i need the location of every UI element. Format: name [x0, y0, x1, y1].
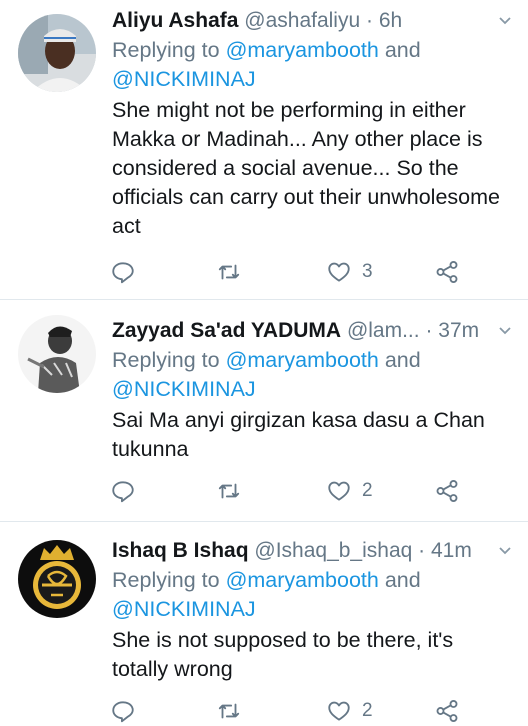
replying-and: and	[384, 568, 421, 592]
replying-to: Replying to @maryambooth and @NICKIMINAJ	[112, 566, 514, 624]
heart-icon	[328, 481, 350, 501]
tweet-text: Sai Ma anyi girgizan kasa dasu a Chan tu…	[112, 408, 485, 461]
share-button[interactable]	[434, 696, 460, 726]
heart-icon	[328, 701, 350, 721]
like-count: 2	[362, 480, 373, 501]
author-handle[interactable]: @Ishaq_b_ishaq	[254, 539, 412, 562]
share-button[interactable]	[434, 476, 460, 506]
like-count: 3	[362, 261, 373, 282]
tweet-text: She is not supposed to be there, it's to…	[112, 628, 454, 681]
tweet-header: Zayyad Sa'ad YADUMA @lam... · 37m	[112, 316, 514, 346]
like-button[interactable]: 2	[326, 696, 373, 726]
chevron-down-icon[interactable]	[498, 544, 512, 558]
tweet-2[interactable]: Zayyad Sa'ad YADUMA @lam... · 37m Replyi…	[0, 300, 528, 522]
separator-dot: ·	[425, 319, 433, 342]
author-handle[interactable]: @ashafaliyu	[244, 9, 360, 32]
reply-icon	[112, 262, 134, 284]
replying-to: Replying to @maryambooth and @NICKIMINAJ	[112, 346, 514, 404]
share-icon	[436, 480, 458, 502]
author-name[interactable]: Zayyad Sa'ad YADUMA	[112, 319, 341, 342]
retweet-icon	[218, 264, 240, 280]
mention-link[interactable]: @NICKIMINAJ	[112, 377, 256, 401]
timestamp[interactable]: 41m	[431, 539, 472, 562]
reply-icon	[112, 481, 134, 503]
mention-link[interactable]: @maryambooth	[226, 568, 379, 592]
timestamp[interactable]: 37m	[438, 319, 479, 342]
separator-dot: ·	[366, 9, 373, 32]
tweet-header: Ishaq B Ishaq @Ishaq_b_ishaq · 41m	[112, 536, 514, 566]
tweet-3[interactable]: Ishaq B Ishaq @Ishaq_b_ishaq · 41m Reply…	[0, 522, 528, 723]
tweet-actions: 2	[112, 696, 472, 726]
reply-icon	[112, 701, 134, 723]
retweet-icon	[218, 703, 240, 719]
replying-and: and	[384, 38, 421, 62]
retweet-icon	[218, 483, 240, 499]
author-name[interactable]: Ishaq B Ishaq	[112, 539, 249, 562]
avatar-image	[18, 14, 96, 92]
avatar-zayyad-saad-yaduma[interactable]	[18, 315, 96, 393]
replying-prefix: Replying to	[112, 38, 220, 62]
author-handle[interactable]: @lam...	[347, 319, 420, 342]
share-button[interactable]	[434, 257, 460, 287]
tweet-actions: 2	[112, 476, 472, 506]
avatar-aliyu-ashafa[interactable]	[18, 14, 96, 92]
like-button[interactable]: 3	[326, 257, 373, 287]
like-button[interactable]: 2	[326, 476, 373, 506]
retweet-button[interactable]	[216, 257, 242, 287]
author-name[interactable]: Aliyu Ashafa	[112, 9, 238, 32]
replying-to: Replying to @maryambooth and @NICKIMINAJ	[112, 36, 514, 94]
reply-button[interactable]	[110, 257, 136, 287]
mention-link[interactable]: @NICKIMINAJ	[112, 67, 256, 91]
like-count: 2	[362, 700, 373, 721]
separator-dot: ·	[418, 539, 426, 562]
tweet-actions: 3	[112, 257, 472, 287]
replying-and: and	[384, 348, 421, 372]
avatar-image	[18, 315, 96, 393]
mention-link[interactable]: @maryambooth	[226, 38, 379, 62]
reply-button[interactable]	[110, 696, 136, 726]
tweet-header: Aliyu Ashafa @ashafaliyu · 6h	[112, 6, 514, 36]
reply-button[interactable]	[110, 476, 136, 506]
retweet-button[interactable]	[216, 696, 242, 726]
mention-link[interactable]: @NICKIMINAJ	[112, 597, 256, 621]
avatar-image	[18, 540, 96, 618]
chevron-down-icon[interactable]	[498, 324, 512, 338]
replying-prefix: Replying to	[112, 348, 220, 372]
tweet-text: She might not be performing in either Ma…	[112, 98, 500, 238]
chevron-down-icon[interactable]	[498, 14, 512, 28]
tweet-1[interactable]: Aliyu Ashafa @ashafaliyu · 6h Replying t…	[0, 0, 528, 300]
avatar-ishaq-b-ishaq[interactable]	[18, 540, 96, 618]
share-icon	[436, 700, 458, 722]
heart-icon	[328, 262, 350, 282]
retweet-button[interactable]	[216, 476, 242, 506]
share-icon	[436, 261, 458, 283]
mention-link[interactable]: @maryambooth	[226, 348, 379, 372]
timestamp[interactable]: 6h	[379, 9, 402, 32]
replying-prefix: Replying to	[112, 568, 220, 592]
